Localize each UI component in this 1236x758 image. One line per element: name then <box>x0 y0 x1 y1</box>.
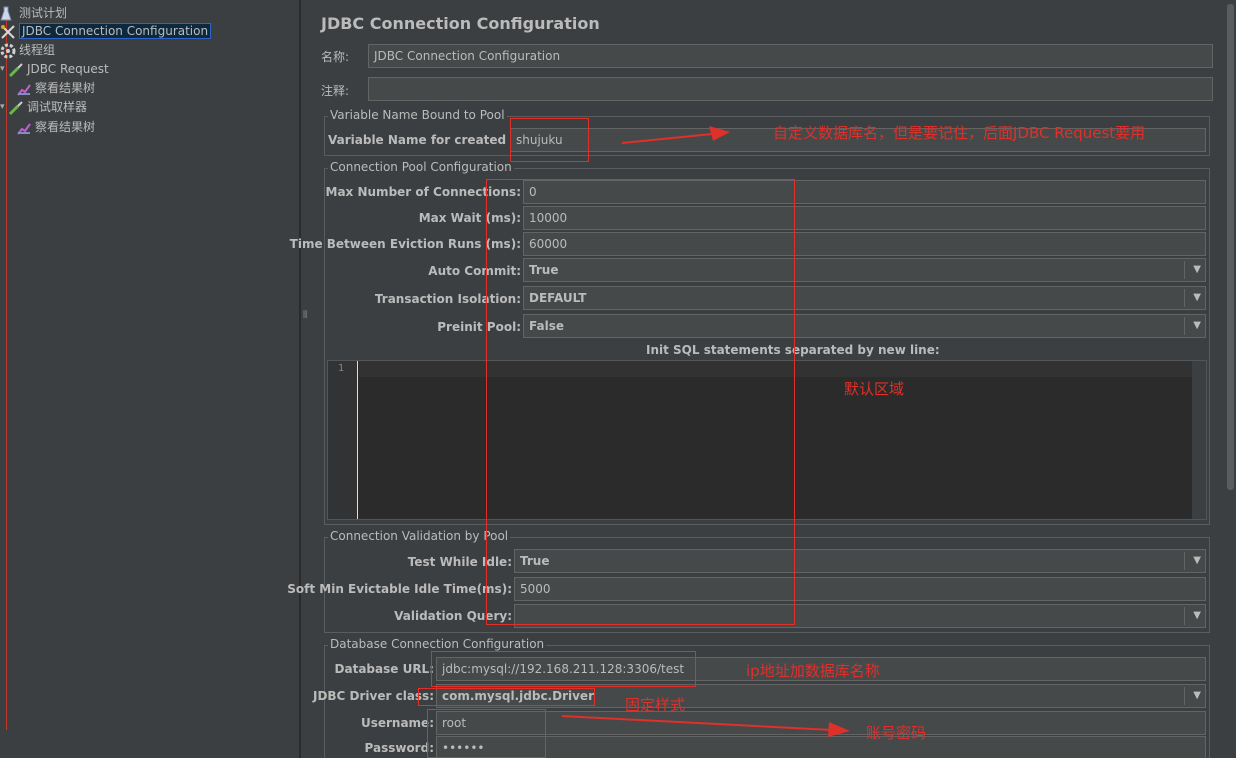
pool-name-note: 自定义数据库名，但是要记住，后面JDBC Request要用 <box>773 124 1146 142</box>
jmeter-window: 测试计划 JDBC Connection Configuration 线程组 ▾… <box>0 0 1236 758</box>
account-note: 账号密码 <box>866 724 927 742</box>
ip-note: ip地址加数据库名称 <box>746 662 880 680</box>
default-area-note: 默认区域 <box>844 380 905 398</box>
annotation-arrows <box>561 126 850 737</box>
fixed-style-note: 固定样式 <box>625 696 686 714</box>
